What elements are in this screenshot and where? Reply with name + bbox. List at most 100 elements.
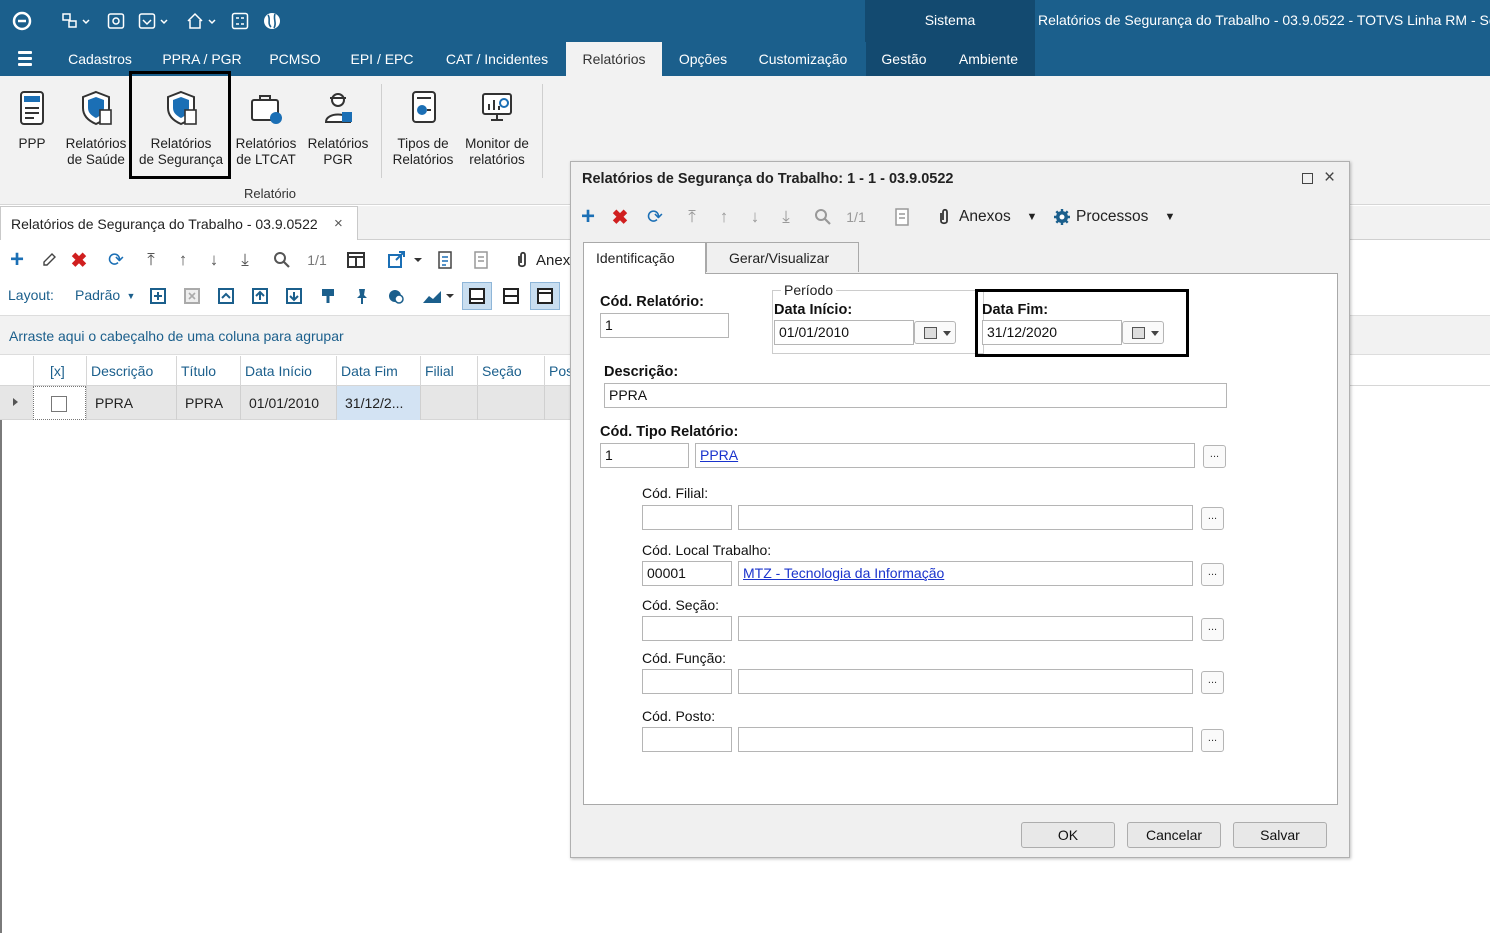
row-expand-icon[interactable] bbox=[13, 398, 18, 406]
paint-icon[interactable] bbox=[316, 285, 340, 307]
attachment-icon[interactable] bbox=[512, 249, 532, 271]
cod-local-trabalho-input[interactable]: 00001 bbox=[642, 561, 732, 586]
column-header-filial[interactable]: Filial bbox=[420, 356, 477, 386]
column-header-select[interactable]: [x] bbox=[33, 356, 86, 386]
dialog-previous-icon[interactable]: ↑ bbox=[713, 206, 735, 228]
save-button[interactable]: Salvar bbox=[1233, 822, 1327, 848]
layout-chevron-down-icon[interactable]: ▼ bbox=[126, 289, 136, 303]
move-icon[interactable] bbox=[214, 285, 238, 307]
tab-identificacao[interactable]: Identificação bbox=[583, 242, 706, 274]
menu-epi-epc[interactable]: EPI / EPC bbox=[340, 42, 424, 76]
globe-icon[interactable] bbox=[260, 9, 284, 33]
document-tab[interactable]: Relatórios de Segurança do Trabalho - 03… bbox=[0, 206, 358, 240]
column-header-data-inicio[interactable]: Data Início bbox=[240, 356, 336, 386]
local-trabalho-lookup-button[interactable]: ... bbox=[1201, 563, 1224, 586]
dialog-delete-icon[interactable]: ✖ bbox=[609, 206, 631, 229]
posto-lookup-button[interactable]: ... bbox=[1201, 729, 1224, 752]
relatorios-ltcat-button[interactable]: Relatórios de LTCAT bbox=[232, 86, 300, 168]
close-icon[interactable]: × bbox=[1324, 167, 1335, 189]
ppp-button[interactable]: PPP bbox=[10, 86, 54, 152]
last-record-icon[interactable]: ⤓ bbox=[234, 249, 256, 271]
edit-icon[interactable] bbox=[38, 249, 60, 271]
close-tab-icon[interactable]: × bbox=[334, 215, 343, 232]
dialog-list-icon[interactable] bbox=[891, 206, 913, 228]
cod-tipo-relatorio-input[interactable]: 1 bbox=[600, 443, 689, 468]
maximize-icon[interactable] bbox=[1302, 173, 1313, 184]
pin-icon[interactable] bbox=[350, 285, 374, 307]
columns-icon[interactable] bbox=[344, 249, 368, 271]
move-up-icon[interactable] bbox=[248, 285, 272, 307]
menu-opcoes[interactable]: Opções bbox=[668, 42, 738, 76]
cod-posto-input[interactable] bbox=[642, 727, 732, 752]
anexos-chevron-down-icon[interactable]: ▼ bbox=[1025, 206, 1039, 228]
cod-relatorio-input[interactable]: 1 bbox=[600, 313, 729, 338]
report-icon[interactable] bbox=[434, 249, 456, 271]
view-split-icon[interactable] bbox=[496, 282, 526, 310]
menu-cat-incidentes[interactable]: CAT / Incidentes bbox=[434, 42, 560, 76]
dialog-refresh-icon[interactable]: ⟳ bbox=[643, 206, 667, 228]
relatorios-pgr-button[interactable]: Relatórios PGR bbox=[304, 86, 372, 168]
processos-chevron-down-icon[interactable]: ▼ bbox=[1163, 206, 1177, 228]
list-icon[interactable] bbox=[470, 249, 492, 271]
color-icon[interactable] bbox=[384, 285, 408, 307]
menu-customizacao[interactable]: Customização bbox=[748, 42, 858, 76]
data-inicio-calendar-icon[interactable] bbox=[914, 321, 956, 344]
secao-lookup-button[interactable]: ... bbox=[1201, 618, 1224, 641]
descricao-input[interactable]: PPRA bbox=[604, 383, 1227, 408]
cancel-button[interactable]: Cancelar bbox=[1127, 822, 1221, 848]
dialog-next-icon[interactable]: ↓ bbox=[744, 206, 766, 228]
cod-funcao-input[interactable] bbox=[642, 669, 732, 694]
dialog-last-icon[interactable]: ⤓ bbox=[775, 206, 797, 228]
dialog-search-icon[interactable] bbox=[811, 206, 835, 228]
view-icon[interactable] bbox=[104, 9, 128, 33]
data-inicio-input[interactable]: 01/01/2010 bbox=[774, 320, 914, 345]
local-trabalho-link[interactable]: MTZ - Tecnologia da Informação bbox=[738, 561, 1193, 586]
view-top-icon[interactable] bbox=[530, 282, 560, 310]
cod-filial-input[interactable] bbox=[642, 505, 732, 530]
window-dropdown-icon[interactable] bbox=[136, 9, 172, 33]
view-bottom-icon[interactable] bbox=[462, 282, 492, 310]
filial-lookup-button[interactable]: ... bbox=[1201, 507, 1224, 530]
tipo-relatorio-lookup-button[interactable]: ... bbox=[1203, 445, 1226, 468]
dialog-anexos-label[interactable]: Anexos bbox=[959, 206, 1017, 228]
column-header-descricao[interactable]: Descrição bbox=[86, 356, 176, 386]
row-checkbox[interactable] bbox=[51, 396, 67, 412]
dialog-add-icon[interactable]: + bbox=[577, 203, 599, 230]
column-header-titulo[interactable]: Título bbox=[176, 356, 240, 386]
ok-button[interactable]: OK bbox=[1021, 822, 1115, 848]
move-down-icon[interactable] bbox=[282, 285, 306, 307]
dialog-attachment-icon[interactable] bbox=[935, 206, 953, 228]
first-record-icon[interactable]: ⤒ bbox=[140, 249, 162, 271]
column-header-secao[interactable]: Seção bbox=[477, 356, 544, 386]
posto-name-input[interactable] bbox=[738, 727, 1193, 752]
funcao-lookup-button[interactable]: ... bbox=[1201, 671, 1224, 694]
menu-gestao[interactable]: Gestão bbox=[866, 42, 942, 76]
menu-pcmso[interactable]: PCMSO bbox=[260, 42, 330, 76]
home-dropdown-icon[interactable] bbox=[184, 9, 220, 33]
tipos-relatorios-button[interactable]: Tipos de Relatórios bbox=[388, 86, 458, 168]
row-select-cell[interactable] bbox=[33, 386, 86, 420]
add-icon[interactable]: + bbox=[6, 246, 28, 273]
previous-record-icon[interactable]: ↑ bbox=[172, 249, 194, 271]
layout-select[interactable]: Padrão bbox=[75, 287, 120, 303]
tipo-relatorio-link[interactable]: PPRA bbox=[695, 443, 1195, 468]
filial-name-input[interactable] bbox=[738, 505, 1193, 530]
totvs-logo-icon[interactable] bbox=[10, 9, 34, 33]
cod-secao-input[interactable] bbox=[642, 616, 732, 641]
search-icon[interactable] bbox=[270, 249, 294, 271]
funcao-name-input[interactable] bbox=[738, 669, 1193, 694]
processos-label[interactable]: Processos bbox=[1076, 206, 1156, 228]
table-row[interactable]: PPRA PPRA 01/01/2010 31/12/2... bbox=[0, 386, 575, 420]
export-dropdown-icon[interactable] bbox=[386, 249, 424, 271]
column-header-data-fim[interactable]: Data Fim bbox=[336, 356, 420, 386]
menu-relatorios[interactable]: Relatórios bbox=[566, 42, 662, 76]
app-menu-icon[interactable] bbox=[18, 51, 32, 67]
monitor-relatorios-button[interactable]: Monitor de relatórios bbox=[460, 86, 534, 168]
calculator-icon[interactable] bbox=[228, 9, 252, 33]
expand-icon[interactable] bbox=[146, 285, 170, 307]
dialog-first-icon[interactable]: ⤒ bbox=[681, 206, 703, 228]
delete-icon[interactable]: ✖ bbox=[68, 249, 90, 272]
collapse-icon[interactable] bbox=[180, 285, 204, 307]
menu-ambiente[interactable]: Ambiente bbox=[942, 42, 1035, 76]
secao-name-input[interactable] bbox=[738, 616, 1193, 641]
